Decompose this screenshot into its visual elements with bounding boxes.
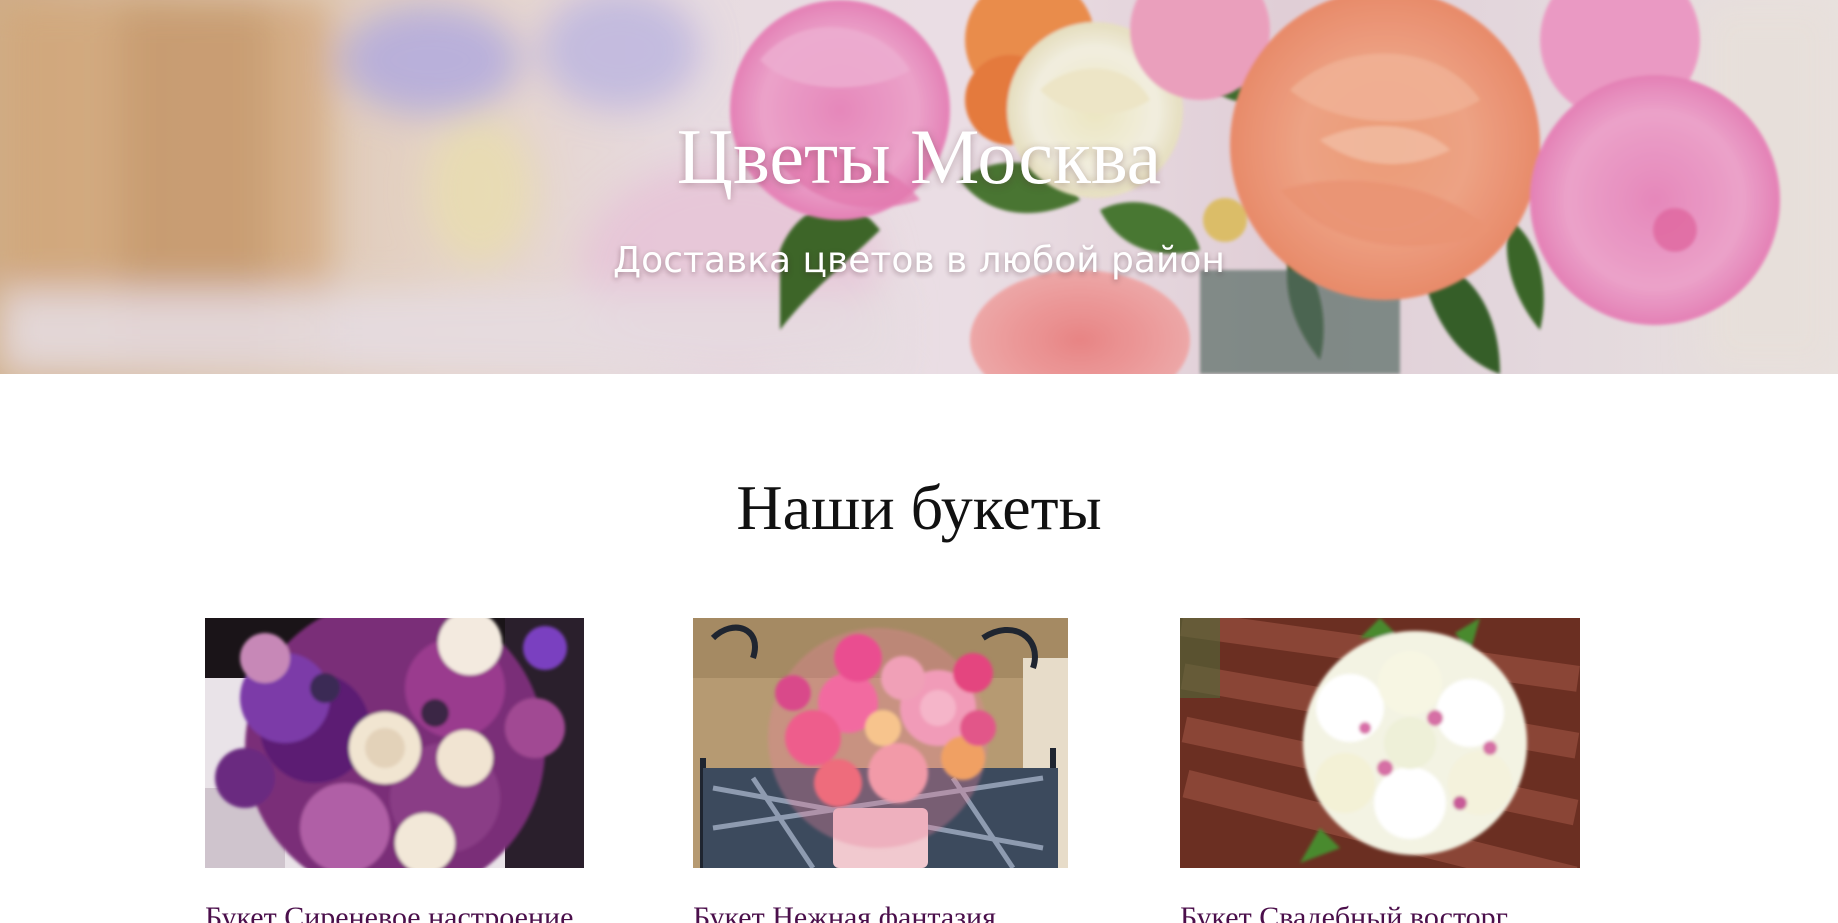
bouquet-card[interactable]: Букет Сиреневое настроение	[205, 618, 584, 923]
page: Цветы Москва Доставка цветов в любой рай…	[0, 0, 1838, 923]
bouquet-card[interactable]: Букет Нежная фантазия	[693, 618, 1068, 923]
purple-bouquet-photo[interactable]	[205, 618, 584, 868]
bouquet-name-link[interactable]: Букет Сиреневое настроение	[205, 900, 573, 923]
bouquet-name-link[interactable]: Букет Нежная фантазия	[693, 900, 996, 923]
hero-title: Цветы Москва	[676, 113, 1162, 200]
bouquet-name-link[interactable]: Букет Свадебный восторг	[1180, 900, 1508, 923]
hero-subtitle: Доставка цветов в любой район	[613, 240, 1225, 281]
white-bouquet-photo[interactable]	[1180, 618, 1580, 868]
hero-banner: Цветы Москва Доставка цветов в любой рай…	[0, 0, 1838, 374]
section-title: Наши букеты	[736, 472, 1102, 543]
pink-bouquet-photo[interactable]	[693, 618, 1068, 868]
bouquet-card[interactable]: Букет Свадебный восторг	[1180, 618, 1580, 923]
